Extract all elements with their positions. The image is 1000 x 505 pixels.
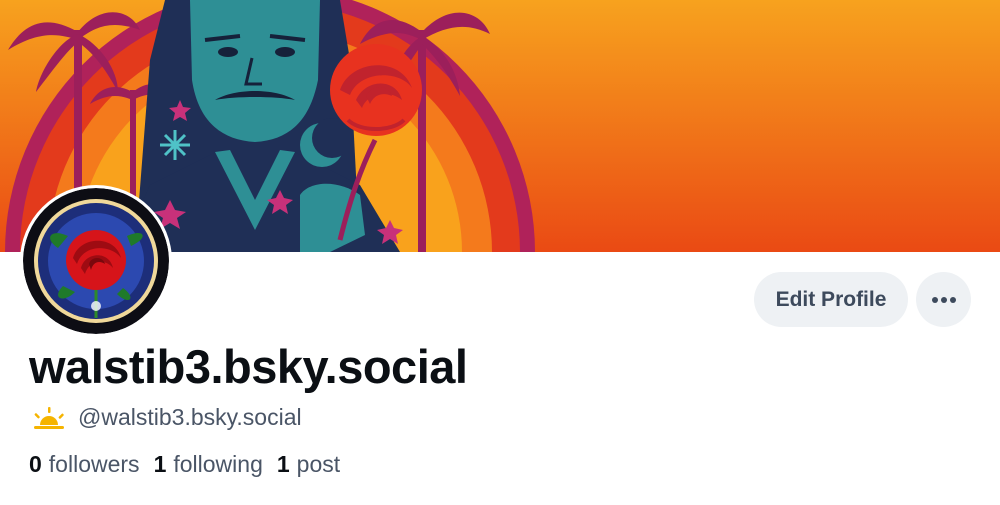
posts-label: post: [296, 451, 341, 477]
profile-handle[interactable]: @walstib3.bsky.social: [78, 404, 302, 431]
rose-avatar-image: [23, 188, 169, 334]
ellipsis-icon: [931, 296, 956, 303]
posts-count: 1: [276, 451, 290, 477]
followers-count: 0: [29, 451, 42, 477]
following-label: following: [173, 451, 263, 477]
followers-link[interactable]: 0 followers: [29, 451, 140, 478]
profile-stats: 0 followers 1 following 1 post: [29, 451, 354, 478]
followers-label: followers: [48, 451, 140, 477]
more-options-button[interactable]: [916, 272, 971, 327]
posts-stat: 1 post: [277, 451, 340, 478]
display-name: walstib3.bsky.social: [29, 340, 468, 393]
avatar[interactable]: [20, 185, 172, 337]
edit-profile-button[interactable]: Edit Profile: [754, 272, 908, 327]
sun-horizon-icon: [34, 406, 64, 429]
following-link[interactable]: 1 following: [154, 451, 263, 478]
handle-row: @walstib3.bsky.social: [32, 404, 302, 431]
following-count: 1: [153, 451, 167, 477]
